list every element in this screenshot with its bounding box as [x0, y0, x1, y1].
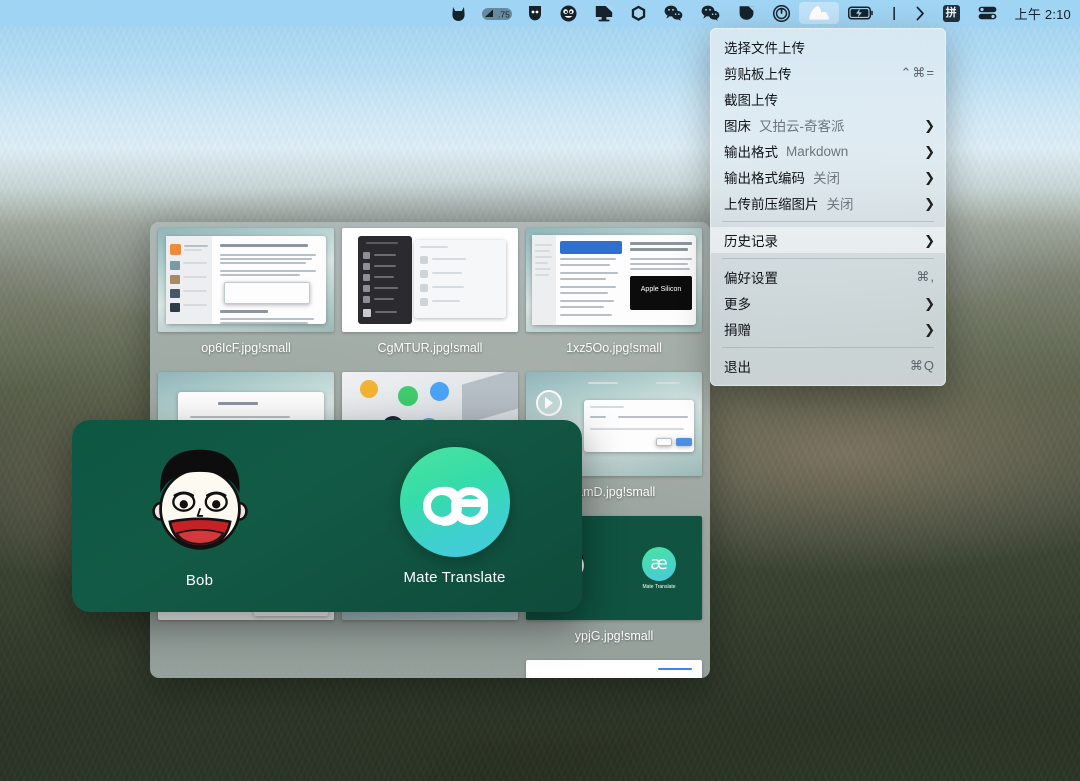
- wechat-work-icon[interactable]: [692, 2, 729, 24]
- app-switcher-item-label: Bob: [185, 571, 214, 589]
- gallery-item-caption: CgMTUR.jpg!small: [377, 341, 483, 355]
- menu-item-label: 上传前压缩图片: [724, 197, 819, 212]
- menu-item-select-file-upload[interactable]: 选择文件上传: [711, 34, 945, 60]
- svg-text:.75: .75: [498, 9, 510, 19]
- bartender-cat-icon[interactable]: [442, 2, 475, 24]
- menu-item-label: 历史记录: [724, 234, 778, 249]
- istat-cpu-icon[interactable]: .75: [475, 2, 519, 24]
- chevron-right-icon: ❯: [924, 321, 935, 337]
- gallery-item-caption: 1xz5Oo.jpg!small: [566, 341, 662, 355]
- menu-item-shortcut: ⌘,: [916, 269, 935, 284]
- gallery-item-caption: ypjG.jpg!small: [574, 629, 654, 643]
- menu-item-value: Markdown: [786, 143, 849, 159]
- screen-capture-icon[interactable]: [586, 2, 622, 24]
- menu-item-label: 剪贴板上传: [724, 67, 792, 82]
- menu-item-value: 关闭: [813, 171, 840, 186]
- menu-item-label: 输出格式: [724, 145, 778, 160]
- app-switcher-item-bob[interactable]: Bob: [105, 444, 295, 589]
- volume-bar-icon[interactable]: [882, 2, 906, 24]
- input-method-label: 拼: [942, 4, 960, 22]
- menu-item-screenshot-upload[interactable]: 截图上传: [711, 86, 945, 112]
- gallery-item[interactable]: CgMTUR.jpg!small: [338, 228, 522, 370]
- upic-cloud-icon[interactable]: [798, 2, 839, 24]
- menu-item-label: 选择文件上传: [724, 41, 805, 56]
- control-center-icon[interactable]: [906, 2, 934, 24]
- menu-item-shortcut: ⌘Q: [909, 358, 935, 373]
- snipaste-icon[interactable]: [729, 2, 764, 24]
- menu-item-image-host[interactable]: 图床 又拍云-奇客派 ❯: [711, 112, 945, 138]
- chevron-right-icon: ❯: [924, 195, 935, 211]
- chevron-right-icon: ❯: [924, 143, 935, 159]
- menu-item-label: 截图上传: [724, 93, 778, 108]
- thumbnail-dark-settings[interactable]: [342, 228, 518, 332]
- menu-item-label: 图床: [724, 119, 751, 134]
- menu-bar-status-items: .75 拼 上午 2:10: [442, 0, 1080, 26]
- menu-item-shortcut: ⌃⌘=: [900, 65, 935, 80]
- app-switcher-panel[interactable]: Bob Mate Translate: [72, 420, 582, 612]
- menu-item-label: 退出: [724, 360, 751, 375]
- chevron-right-icon: ❯: [924, 295, 935, 311]
- app-switcher-item-mate-translate[interactable]: Mate Translate: [360, 446, 550, 586]
- menu-item-label: 捐赠: [724, 323, 751, 338]
- desktop-wallpaper: .75 拼 上午 2:10 op6IcF.jpg!small CgMTUR.jp…: [0, 0, 1080, 781]
- thumbnail-app-store-list[interactable]: [526, 660, 702, 678]
- gallery-item[interactable]: op6IcF.jpg!small: [154, 228, 338, 370]
- menu-item-label: 偏好设置: [724, 271, 778, 286]
- app-switcher-item-label: Mate Translate: [403, 568, 506, 586]
- battery-charging-icon[interactable]: [839, 2, 882, 24]
- thumbnail-apple-silicon-article[interactable]: Apple Silicon: [526, 228, 702, 332]
- chevron-right-icon: ❯: [924, 232, 935, 248]
- menu-item-donate[interactable]: 捐赠 ❯: [711, 316, 945, 342]
- gallery-item[interactable]: RgHHbl.jpg!small: [522, 660, 706, 678]
- menu-item-history[interactable]: 历史记录 ❯: [711, 227, 945, 253]
- menu-item-more[interactable]: 更多 ❯: [711, 290, 945, 316]
- menu-bar: .75 拼 上午 2:10: [0, 0, 1080, 26]
- menu-separator: [722, 258, 934, 259]
- smiley-face-icon[interactable]: [551, 2, 586, 24]
- upic-dropdown-menu[interactable]: 选择文件上传 剪贴板上传 ⌃⌘= 截图上传 图床 又拍云-奇客派 ❯ 输出格式 …: [710, 28, 946, 386]
- hidden-bar-shield-icon[interactable]: [519, 2, 551, 24]
- chevron-right-icon: ❯: [924, 169, 935, 185]
- menu-item-label: 更多: [724, 297, 751, 312]
- menu-item-output-format-encoding[interactable]: 输出格式编码 关闭 ❯: [711, 164, 945, 190]
- menu-item-quit[interactable]: 退出 ⌘Q: [711, 353, 945, 379]
- menu-item-clipboard-upload[interactable]: 剪贴板上传 ⌃⌘=: [711, 60, 945, 86]
- chevron-right-icon: ❯: [924, 117, 935, 133]
- menu-separator: [722, 347, 934, 348]
- menu-item-label: 输出格式编码: [724, 171, 805, 186]
- menu-item-compress-before-upload[interactable]: 上传前压缩图片 关闭 ❯: [711, 190, 945, 216]
- mate-ae-icon: [399, 446, 510, 557]
- gallery-item-caption: IamD.jpg!small: [572, 485, 656, 499]
- menu-item-output-format[interactable]: 输出格式 Markdown ❯: [711, 138, 945, 164]
- menu-separator: [722, 221, 934, 222]
- menu-bar-clock[interactable]: 上午 2:10: [1006, 4, 1080, 23]
- bob-face-icon: [151, 449, 248, 550]
- thumbnail-rss-reader[interactable]: [158, 228, 334, 332]
- wechat-icon[interactable]: [655, 2, 692, 24]
- menu-item-value: 又拍云-奇客派: [759, 119, 845, 134]
- menu-item-value: 关闭: [826, 197, 854, 212]
- siri-toggle-icon[interactable]: [969, 2, 1006, 24]
- input-method-icon[interactable]: 拼: [934, 2, 969, 24]
- gallery-item-caption: op6IcF.jpg!small: [201, 341, 291, 355]
- onepassword-icon[interactable]: [622, 2, 655, 24]
- gallery-item[interactable]: Apple Silicon 1xz5Oo.jpg!small: [522, 228, 706, 370]
- power-toggle-icon[interactable]: [764, 2, 799, 24]
- menu-item-preferences[interactable]: 偏好设置 ⌘,: [711, 264, 945, 290]
